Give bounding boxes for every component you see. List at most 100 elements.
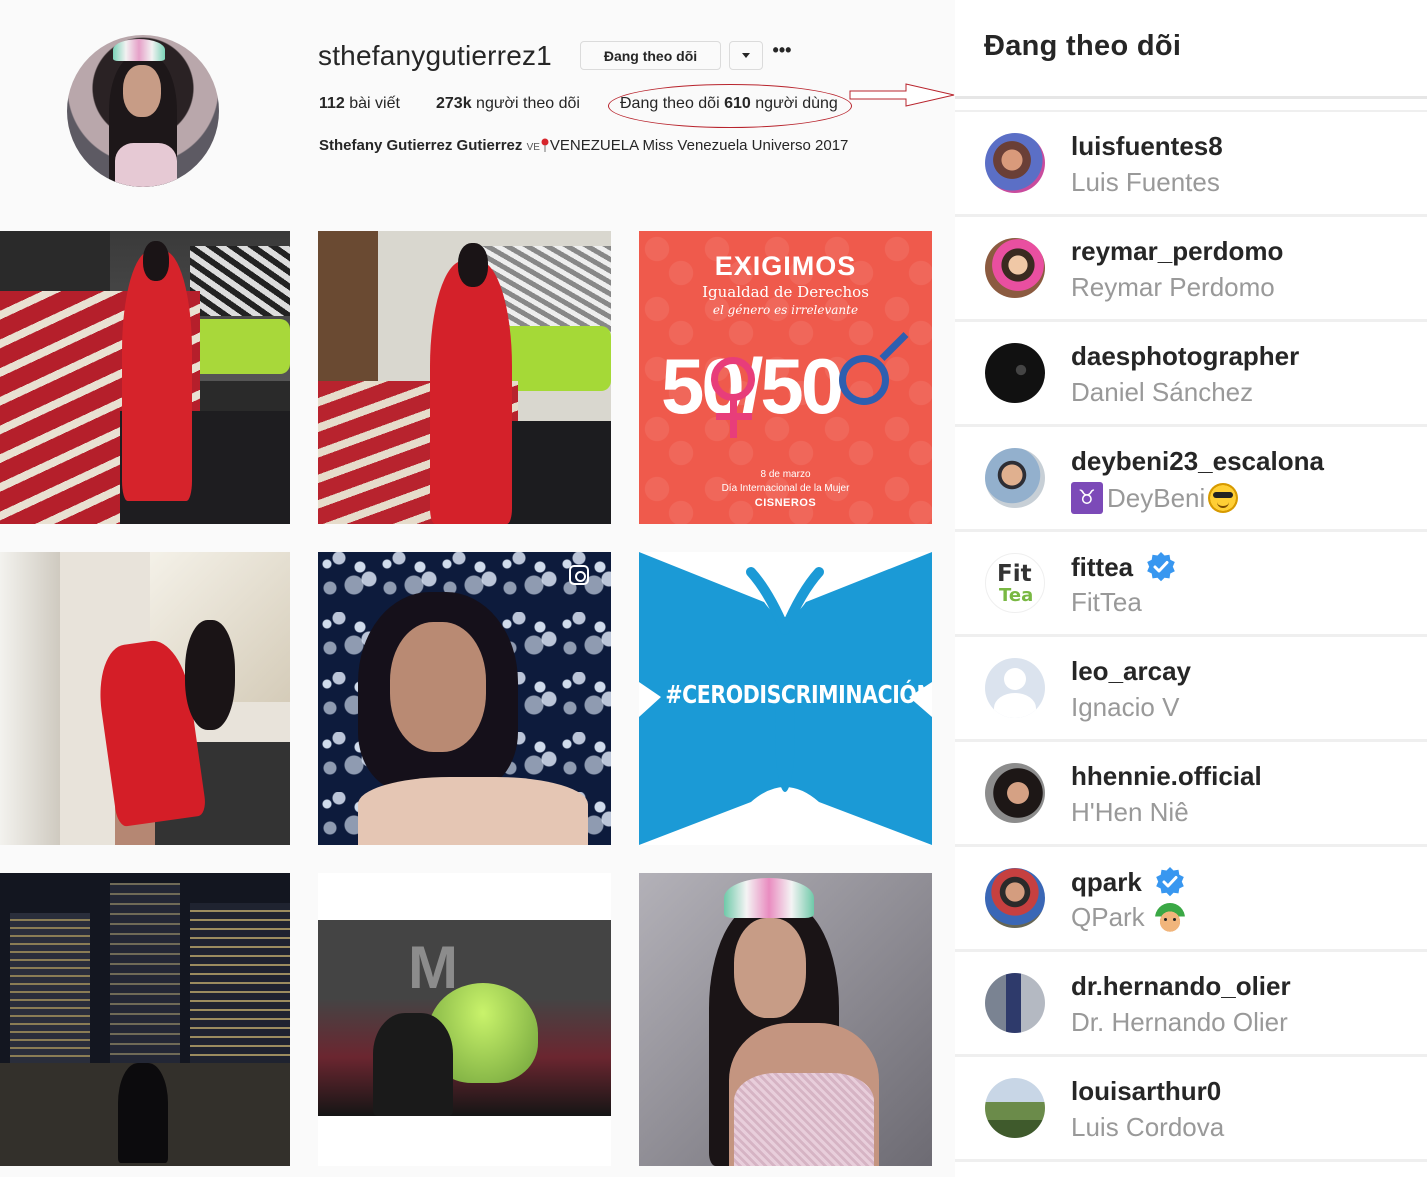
- profile-page: sthefanygutierrez1 Đang theo dõi ••• 112…: [0, 0, 955, 1177]
- username-text: leo_arcay: [1071, 656, 1191, 686]
- following-list[interactable]: luisfuentes8 Luis Fuentes reymar_perdomo…: [955, 112, 1427, 1162]
- following-row-luisfuentes8[interactable]: luisfuentes8 Luis Fuentes: [955, 112, 1427, 217]
- following-row-reymar_perdomo[interactable]: reymar_perdomo Reymar Perdomo: [955, 217, 1427, 322]
- username-text: dr.hernando_olier: [1071, 971, 1291, 1001]
- username-text: hhennie.official: [1071, 761, 1262, 791]
- following-row-hhennie.official[interactable]: hhennie.official H'Hen Niê: [955, 742, 1427, 847]
- following-row-leo_arcay[interactable]: leo_arcay Ignacio V: [955, 637, 1427, 742]
- tile-person-dress: [734, 1073, 874, 1166]
- tile-subheadline: Igualdad de Derechos: [702, 283, 869, 301]
- venezuela-flag-icon: VE: [526, 142, 540, 153]
- user-username[interactable]: louisarthur0: [1071, 1076, 1221, 1107]
- post-tile[interactable]: [318, 231, 611, 524]
- post-tile-butterfly[interactable]: #CERODISCRIMINACIÓN: [639, 552, 932, 845]
- post-tile[interactable]: [0, 231, 290, 524]
- user-avatar[interactable]: [985, 973, 1045, 1033]
- user-full-name: Luis Fuentes: [1071, 167, 1220, 198]
- more-options-icon[interactable]: •••: [772, 41, 792, 64]
- bio-full-name: Sthefany Gutierrez Gutierrez: [319, 137, 523, 154]
- user-username[interactable]: reymar_perdomo: [1071, 236, 1283, 267]
- following-row-fittea[interactable]: Fit Tea fittea FitTea: [955, 532, 1427, 637]
- mars-symbol-icon: [839, 355, 889, 405]
- tile-person-face: [390, 622, 486, 752]
- user-avatar[interactable]: [985, 868, 1045, 928]
- full-name-text: QPark: [1071, 902, 1145, 932]
- avatar-body-shape: [994, 693, 1036, 718]
- post-tile[interactable]: [639, 873, 932, 1166]
- profile-bio: Sthefany Gutierrez Gutierrez VE VENEZUELA…: [319, 136, 848, 154]
- post-tile-video[interactable]: [318, 552, 611, 845]
- followers-link[interactable]: 273k người theo dõi: [436, 95, 580, 113]
- avatar-dress: [115, 143, 177, 187]
- posts-count-label: bài viết: [344, 95, 400, 112]
- following-row-qpark[interactable]: qpark QPark: [955, 847, 1427, 952]
- user-username[interactable]: hhennie.official: [1071, 761, 1262, 792]
- post-tile[interactable]: [0, 873, 290, 1166]
- following-button[interactable]: Đang theo dõi: [580, 41, 721, 70]
- user-username[interactable]: deybeni23_escalona: [1071, 446, 1324, 477]
- suggestions-dropdown-button[interactable]: [729, 41, 763, 70]
- default-avatar-icon[interactable]: [985, 658, 1045, 718]
- username-text: luisfuentes8: [1071, 131, 1223, 161]
- user-full-name: FitTea: [1071, 587, 1142, 618]
- following-row-deybeni23_escalona[interactable]: deybeni23_escalona ♉ DeyBeni: [955, 427, 1427, 532]
- user-full-name: Luis Cordova: [1071, 1112, 1224, 1143]
- full-name-text: Luis Fuentes: [1071, 167, 1220, 197]
- user-username[interactable]: fittea: [1071, 551, 1177, 583]
- posts-count-value: 112: [319, 95, 345, 112]
- user-avatar[interactable]: Fit Tea: [985, 553, 1045, 613]
- tile-headline: EXIGIMOS: [714, 251, 857, 281]
- following-row-louisarthur0[interactable]: louisarthur0 Luis Cordova: [955, 1057, 1427, 1162]
- user-avatar[interactable]: [985, 343, 1045, 403]
- full-name-text: Reymar Perdomo: [1071, 272, 1275, 302]
- avatar-crown: [113, 39, 165, 61]
- post-tile[interactable]: [0, 552, 290, 845]
- full-name-text: Daniel Sánchez: [1071, 377, 1254, 407]
- user-full-name: H'Hen Niê: [1071, 797, 1189, 828]
- user-avatar[interactable]: [985, 763, 1045, 823]
- tile-building: [10, 913, 90, 1063]
- username-text: louisarthur0: [1071, 1076, 1222, 1106]
- user-full-name: Ignacio V: [1071, 692, 1179, 723]
- venus-symbol-icon: [711, 357, 755, 401]
- post-tile-equality[interactable]: EXIGIMOS Igualdad de Derechos el género …: [639, 231, 932, 524]
- tile-wall-art: [190, 246, 290, 316]
- venus-symbol-bar: [716, 413, 752, 420]
- full-name-text: H'Hen Niê: [1071, 797, 1189, 827]
- avatar-logo-text-top: Fit: [997, 561, 1032, 587]
- post-tile[interactable]: M: [318, 873, 611, 1166]
- panel-divider: [955, 96, 1427, 99]
- tile-hashtag: #CERODISCRIMINACIÓN: [665, 680, 932, 709]
- annotation-arrow-icon: [849, 83, 955, 107]
- user-avatar[interactable]: [985, 238, 1045, 298]
- profile-avatar[interactable]: [67, 35, 219, 187]
- following-row-dr.hernando_olier[interactable]: dr.hernando_olier Dr. Hernando Olier: [955, 952, 1427, 1057]
- caret-down-icon: [742, 53, 750, 58]
- following-row-daesphotographer[interactable]: daesphotographer Daniel Sánchez: [955, 322, 1427, 427]
- followers-count-label: người theo dõi: [471, 95, 580, 112]
- tile-person-head: [143, 241, 169, 281]
- user-username[interactable]: leo_arcay: [1071, 656, 1191, 687]
- following-panel: Đang theo dõi luisfuentes8 Luis Fuentes …: [955, 0, 1427, 1177]
- user-username[interactable]: qpark: [1071, 866, 1186, 898]
- user-username[interactable]: luisfuentes8: [1071, 131, 1223, 162]
- full-name-text: Dr. Hernando Olier: [1071, 1007, 1288, 1037]
- avatar-logo-text-bottom: Tea: [999, 585, 1034, 606]
- user-avatar[interactable]: [985, 133, 1045, 193]
- user-full-name: QPark: [1071, 902, 1185, 933]
- username-text: fittea: [1071, 551, 1134, 582]
- annotation-ellipse: [608, 84, 852, 128]
- user-username[interactable]: dr.hernando_olier: [1071, 971, 1291, 1002]
- user-avatar[interactable]: [985, 448, 1045, 508]
- user-username[interactable]: daesphotographer: [1071, 341, 1299, 372]
- elf-emoji-icon: [1154, 902, 1185, 933]
- full-name-text: DeyBeni: [1107, 482, 1206, 513]
- tile-tagline: el género es irrelevante: [712, 303, 859, 317]
- following-panel-title: Đang theo dõi: [984, 30, 1182, 62]
- tile-person-dress: [358, 777, 588, 845]
- igtv-icon: [569, 565, 589, 585]
- verified-badge-icon: [1156, 867, 1184, 897]
- profile-username: sthefanygutierrez1: [318, 40, 552, 71]
- user-avatar[interactable]: [985, 1078, 1045, 1138]
- user-full-name: ♉ DeyBeni: [1071, 482, 1239, 514]
